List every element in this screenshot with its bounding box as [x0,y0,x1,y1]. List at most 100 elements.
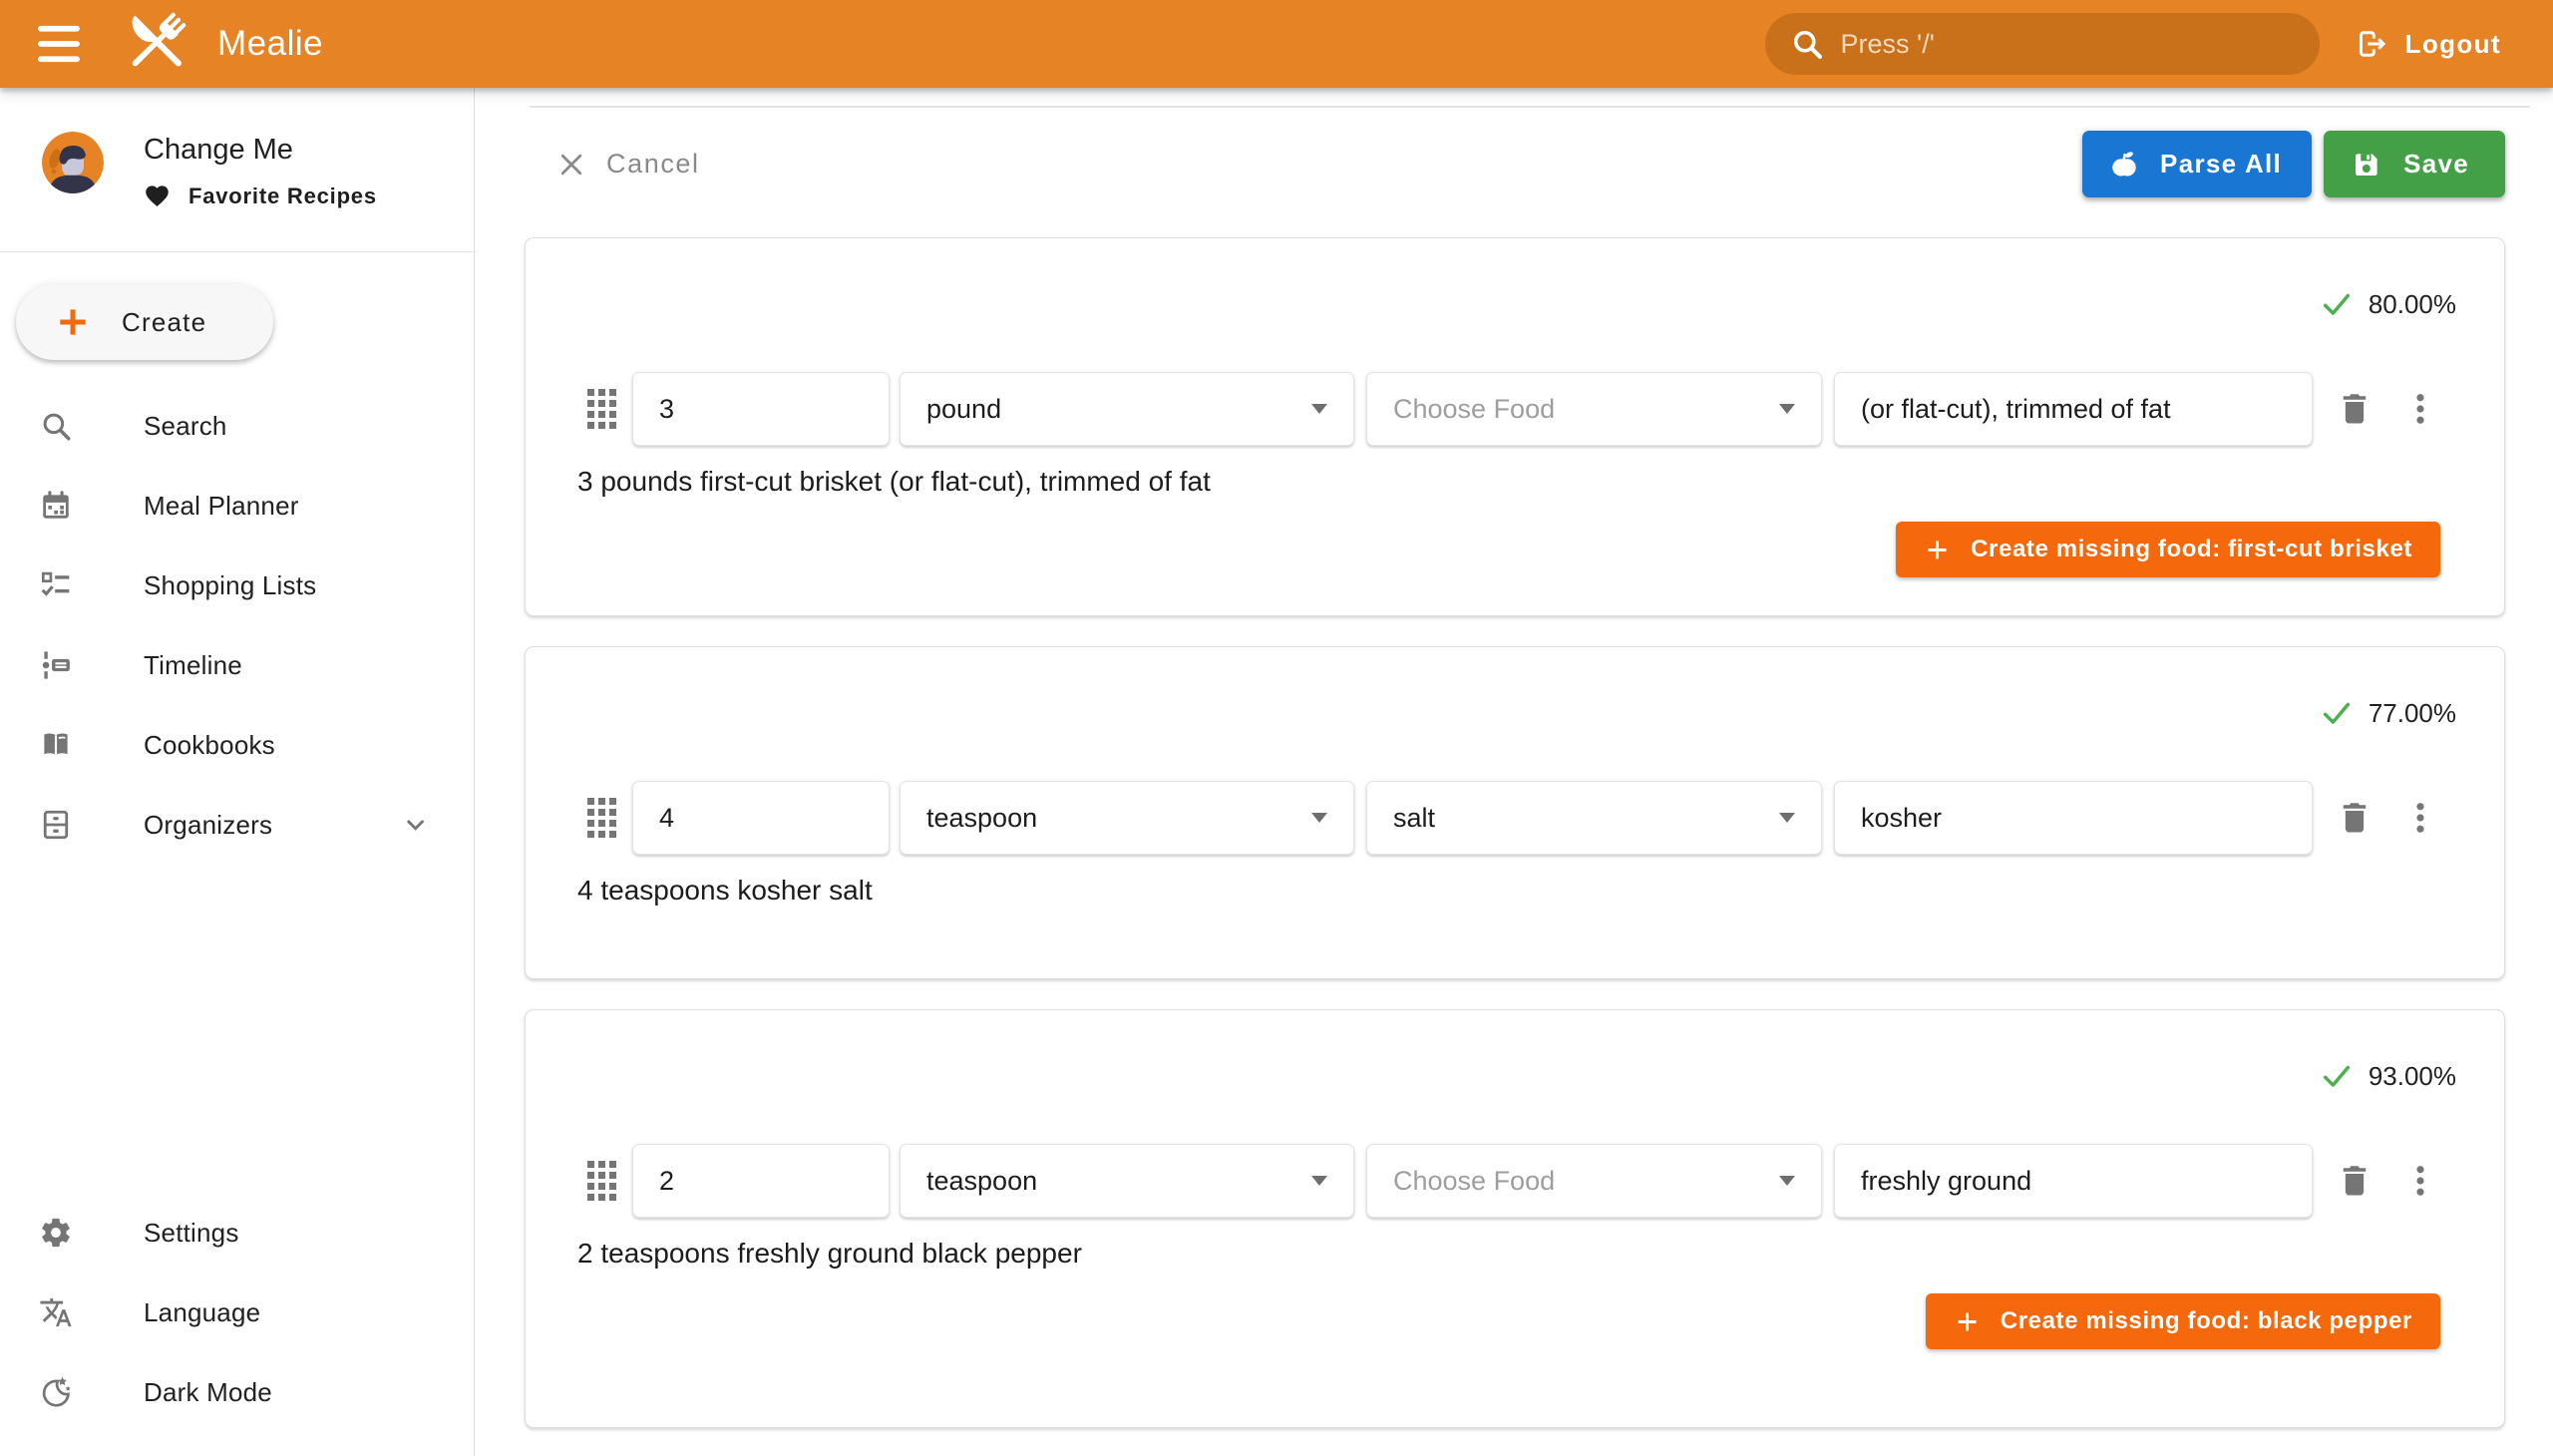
unit-select[interactable]: teaspoon [900,1144,1354,1218]
food-select[interactable]: salt [1366,781,1822,855]
ingredient-menu-button[interactable] [2412,391,2428,427]
logout-label: Logout [2405,29,2501,60]
book-icon [39,728,73,762]
food-select[interactable]: Choose Food [1366,372,1822,446]
logout-button[interactable]: Logout [2354,26,2501,62]
sidebar-item-label: Shopping Lists [144,570,316,601]
sidebar-item-label: Dark Mode [144,1377,272,1408]
food-value: salt [1393,803,1435,834]
ingredient-menu-button[interactable] [2412,800,2428,836]
check-icon [2321,288,2353,320]
translate-icon [39,1295,73,1329]
gear-icon [39,1216,73,1250]
user-section[interactable]: Change Me Favorite Recipes [0,88,474,209]
confidence-value: 93.00% [2369,1061,2456,1092]
calendar-icon [39,489,73,523]
note-input[interactable] [1834,372,2313,446]
sidebar-item-organizers[interactable]: Organizers [0,785,474,865]
favorite-recipes-label: Favorite Recipes [188,183,377,209]
drag-handle[interactable] [587,798,616,838]
drag-handle[interactable] [587,389,616,429]
search-input[interactable] [1841,29,2296,60]
food-placeholder: Choose Food [1393,1166,1555,1197]
parser-toolbar: Cancel Parse All Save [475,131,2553,197]
confidence-value: 77.00% [2369,698,2456,729]
trash-icon [2337,800,2372,836]
save-button[interactable]: Save [2324,131,2505,197]
confidence-row: 93.00% [526,1010,2504,1092]
sidebar-item-label: Timeline [144,650,242,681]
cancel-label: Cancel [606,149,700,180]
delete-ingredient-button[interactable] [2337,1163,2372,1199]
delete-ingredient-button[interactable] [2337,391,2372,427]
sidebar-item-dark-mode[interactable]: Dark Mode [0,1352,473,1432]
delete-ingredient-button[interactable] [2337,800,2372,836]
unit-value: teaspoon [926,803,1037,834]
create-button[interactable]: Create [16,284,273,360]
mealie-logo-icon[interactable] [118,3,195,86]
create-missing-food-label: Create missing food: first-cut brisket [1971,536,2412,563]
sidebar-item-timeline[interactable]: Timeline [0,625,474,705]
create-missing-food-button[interactable]: Create missing food: first-cut brisket [1896,522,2440,577]
sidebar-item-shopping-lists[interactable]: Shopping Lists [0,546,474,625]
note-input[interactable] [1834,1144,2313,1218]
content-top-divider [530,106,2530,108]
sidebar-item-search[interactable]: Search [0,386,474,466]
dropdown-arrow-icon [1779,1176,1795,1186]
sidebar-item-label: Settings [144,1218,239,1249]
save-label: Save [2403,149,2469,180]
kebab-icon [2412,391,2428,427]
quantity-input[interactable] [632,372,890,446]
sidebar-divider [0,251,474,252]
parse-all-button[interactable]: Parse All [2082,131,2312,197]
kebab-icon [2412,1163,2428,1199]
dropdown-arrow-icon [1779,813,1795,823]
app-title: Mealie [217,24,323,64]
check-icon [2321,697,2353,729]
ingredient-card: 77.00% teaspoon salt [525,646,2505,979]
close-icon [556,150,586,180]
ingredient-menu-button[interactable] [2412,1163,2428,1199]
favorite-recipes-link[interactable]: Favorite Recipes [144,182,377,209]
dropdown-arrow-icon [1311,1176,1327,1186]
sidebar-item-cookbooks[interactable]: Cookbooks [0,705,474,785]
food-select[interactable]: Choose Food [1366,1144,1822,1218]
search-icon [1789,26,1825,62]
sidebar-item-settings[interactable]: Settings [0,1193,473,1273]
timeline-icon [39,648,73,682]
cancel-button[interactable]: Cancel [541,131,716,197]
original-ingredient-text: 3 pounds first-cut brisket (or flat-cut)… [577,466,2504,498]
kebab-icon [2412,800,2428,836]
avatar [42,132,104,193]
food-placeholder: Choose Food [1393,394,1555,425]
menu-hamburger-button[interactable] [30,15,88,73]
dropdown-arrow-icon [1311,404,1327,414]
check-icon [2321,1060,2353,1092]
trash-icon [2337,391,2372,427]
missing-food-row: Create missing food: black pepper [526,1293,2504,1349]
quantity-input[interactable] [632,781,890,855]
cabinet-icon [39,808,73,842]
unit-select[interactable]: pound [900,372,1354,446]
chevron-down-icon [400,810,430,840]
ingredient-fields-row: teaspoon Choose Food [526,1144,2504,1218]
create-missing-food-button[interactable]: Create missing food: black pepper [1926,1293,2440,1349]
unit-select[interactable]: teaspoon [900,781,1354,855]
ingredient-card: 80.00% pound Choose Food [525,237,2505,616]
user-name: Change Me [144,134,377,167]
parse-all-label: Parse All [2160,149,2282,180]
missing-food-row: Create missing food: first-cut brisket [526,522,2504,577]
sidebar-item-meal-planner[interactable]: Meal Planner [0,466,474,546]
sidebar-item-label: Cookbooks [144,730,275,761]
magnify-icon [39,409,73,443]
sidebar-item-language[interactable]: Language [0,1273,473,1352]
drag-handle[interactable] [587,1161,616,1201]
quantity-input[interactable] [632,1144,890,1218]
logout-icon [2354,26,2389,62]
note-input[interactable] [1834,781,2313,855]
plus-icon [54,303,92,341]
global-search[interactable] [1765,13,2320,75]
ingredient-fields-row: teaspoon salt [526,781,2504,855]
create-missing-food-label: Create missing food: black pepper [2001,1307,2412,1335]
save-icon [2352,150,2381,180]
